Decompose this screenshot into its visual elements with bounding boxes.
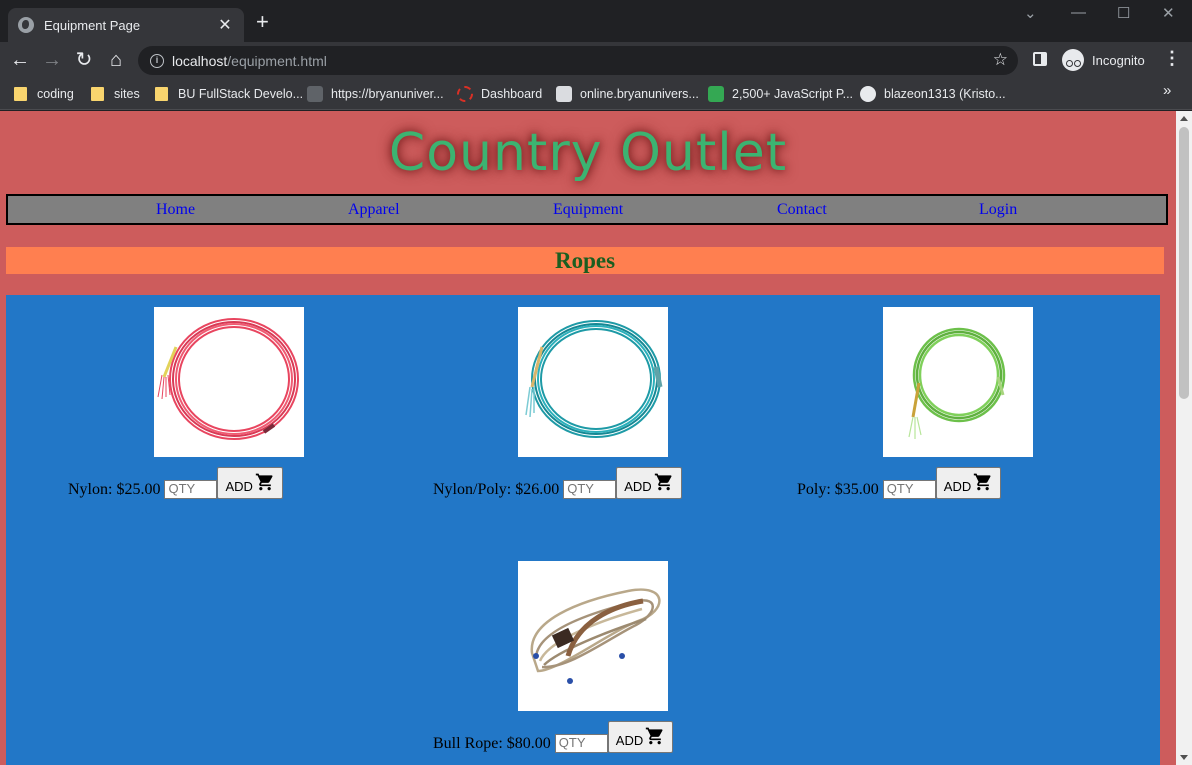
bookmark-online-bryan[interactable]: online.bryanunivers...: [556, 84, 699, 104]
qty-input[interactable]: QTY: [563, 480, 617, 499]
product-label: Nylon/Poly: $26.00: [433, 481, 560, 498]
bookmark-label: sites: [114, 87, 140, 101]
scroll-up-icon[interactable]: [1180, 116, 1188, 121]
cart-icon: [646, 727, 663, 745]
tab-title: Equipment Page: [44, 17, 141, 33]
incognito-label: Incognito: [1092, 52, 1145, 68]
bookmark-label: coding: [37, 87, 74, 101]
section-header: Ropes: [6, 247, 1164, 274]
folder-icon: [155, 87, 168, 101]
bookmark-github[interactable]: blazeon1313 (Kristo...: [860, 84, 1006, 104]
qty-input[interactable]: QTY: [164, 480, 218, 499]
bookmark-label: blazeon1313 (Kristo...: [884, 87, 1006, 101]
nav-contact[interactable]: Contact: [777, 201, 827, 219]
product-image-poly: [883, 307, 1033, 457]
maximize-icon[interactable]: ☐: [1117, 4, 1130, 22]
browser-menu-icon[interactable]: ⋮: [1163, 48, 1181, 69]
info-icon[interactable]: i: [150, 53, 164, 68]
add-label: ADD: [225, 479, 253, 494]
browser-tab[interactable]: Equipment Page ✕: [8, 8, 244, 42]
cart-icon: [974, 473, 991, 491]
product-label: Poly: $35.00: [797, 481, 879, 498]
bookmark-label: Dashboard: [481, 87, 543, 101]
bookmark-coding[interactable]: coding: [14, 84, 74, 104]
bookmark-sites[interactable]: sites: [91, 84, 140, 104]
bookmark-label: online.bryanunivers...: [580, 87, 699, 101]
cart-icon: [255, 473, 273, 491]
product-image-nylon: [154, 307, 304, 457]
url-path: /equipment.html: [227, 52, 327, 69]
nav-equipment[interactable]: Equipment: [553, 201, 623, 219]
new-tab-icon[interactable]: +: [256, 11, 269, 33]
mountain-icon: [307, 86, 323, 102]
close-tab-icon[interactable]: ✕: [216, 15, 234, 35]
site-title: Country Outlet: [388, 123, 788, 183]
scroll-down-icon[interactable]: [1180, 755, 1188, 760]
tab-strip: Equipment Page ✕ + ⌄ — ☐ ✕: [0, 0, 1192, 42]
product-image-nylon-poly: [518, 307, 668, 457]
site-nav: Home Apparel Equipment Contact Login: [6, 194, 1168, 225]
rope-image: [157, 318, 299, 440]
bookmark-bryanuniversity[interactable]: https://bryanuniver...: [307, 84, 444, 104]
nav-apparel[interactable]: Apparel: [348, 201, 400, 219]
scroll-thumb[interactable]: [1179, 127, 1189, 399]
add-label: ADD: [943, 479, 972, 494]
js-icon: [708, 86, 724, 102]
qty-input[interactable]: QTY: [554, 734, 608, 753]
nav-login[interactable]: Login: [979, 201, 1017, 219]
github-icon: [860, 86, 876, 102]
rope-image: [525, 320, 663, 438]
add-to-cart-button[interactable]: ADD: [616, 467, 682, 499]
nav-home[interactable]: Home: [156, 201, 195, 219]
page-scrollbar[interactable]: [1176, 111, 1192, 765]
add-to-cart-button[interactable]: ADD: [607, 721, 674, 753]
add-to-cart-button[interactable]: ADD: [935, 467, 1002, 499]
more-bookmarks-icon[interactable]: »: [1163, 82, 1171, 99]
product-image-bull-rope: [518, 561, 668, 711]
product-label: Bull Rope: $80.00: [433, 735, 551, 752]
incognito-icon: [1062, 49, 1084, 71]
bookmark-label: https://bryanuniver...: [331, 87, 444, 101]
incognito-button[interactable]: Incognito: [1058, 46, 1155, 74]
bookmark-bu-fullstack[interactable]: BU FullStack Develo...: [155, 84, 303, 104]
tab-search-icon[interactable]: ⌄: [1024, 4, 1037, 22]
close-window-icon[interactable]: ✕: [1162, 4, 1175, 22]
bookmark-javascript-projects[interactable]: 2,500+ JavaScript P...: [708, 84, 853, 104]
rope-image: [908, 327, 1006, 439]
add-label: ADD: [624, 479, 652, 494]
home-icon[interactable]: ⌂: [104, 48, 128, 72]
globe-icon: [18, 17, 34, 33]
forward-icon[interactable]: →: [40, 48, 64, 72]
seal-icon: [556, 86, 572, 102]
dashboard-icon: [457, 86, 473, 102]
address-bar[interactable]: i localhost /equipment.html ☆: [138, 46, 1018, 75]
product-poly: Poly: $35.00 QTY ADD: [797, 467, 1002, 499]
folder-icon: [91, 87, 104, 101]
bookmark-label: BU FullStack Develo...: [178, 87, 304, 101]
bookmark-star-icon[interactable]: ☆: [993, 50, 1008, 70]
add-label: ADD: [615, 733, 644, 748]
bookmark-label: 2,500+ JavaScript P...: [732, 87, 854, 101]
page-viewport: Country Outlet Home Apparel Equipment Co…: [0, 111, 1176, 765]
minimize-icon[interactable]: —: [1071, 4, 1086, 21]
side-panel-icon[interactable]: [1033, 52, 1047, 66]
cart-icon: [654, 473, 672, 491]
bookmark-dashboard[interactable]: Dashboard: [457, 84, 542, 104]
url-host: localhost: [172, 52, 228, 69]
product-nylon-poly: Nylon/Poly: $26.00 QTY ADD: [433, 467, 682, 499]
products-grid: Nylon: $25.00 QTY ADD Nylon/Poly: $26.00…: [6, 295, 1160, 765]
section-title: Ropes: [554, 248, 616, 273]
qty-input[interactable]: QTY: [882, 480, 936, 499]
rope-image: [530, 588, 661, 684]
product-nylon: Nylon: $25.00 QTY ADD: [68, 467, 283, 499]
reload-icon[interactable]: ↻: [72, 48, 96, 72]
browser-toolbar: ← → ↻ ⌂ i localhost /equipment.html ☆: [0, 42, 1192, 78]
product-bull-rope: Bull Rope: $80.00 QTY ADD: [433, 721, 674, 753]
product-label: Nylon: $25.00: [68, 481, 161, 498]
folder-icon: [14, 87, 27, 101]
back-icon[interactable]: ←: [8, 48, 32, 72]
add-to-cart-button[interactable]: ADD: [217, 467, 283, 499]
